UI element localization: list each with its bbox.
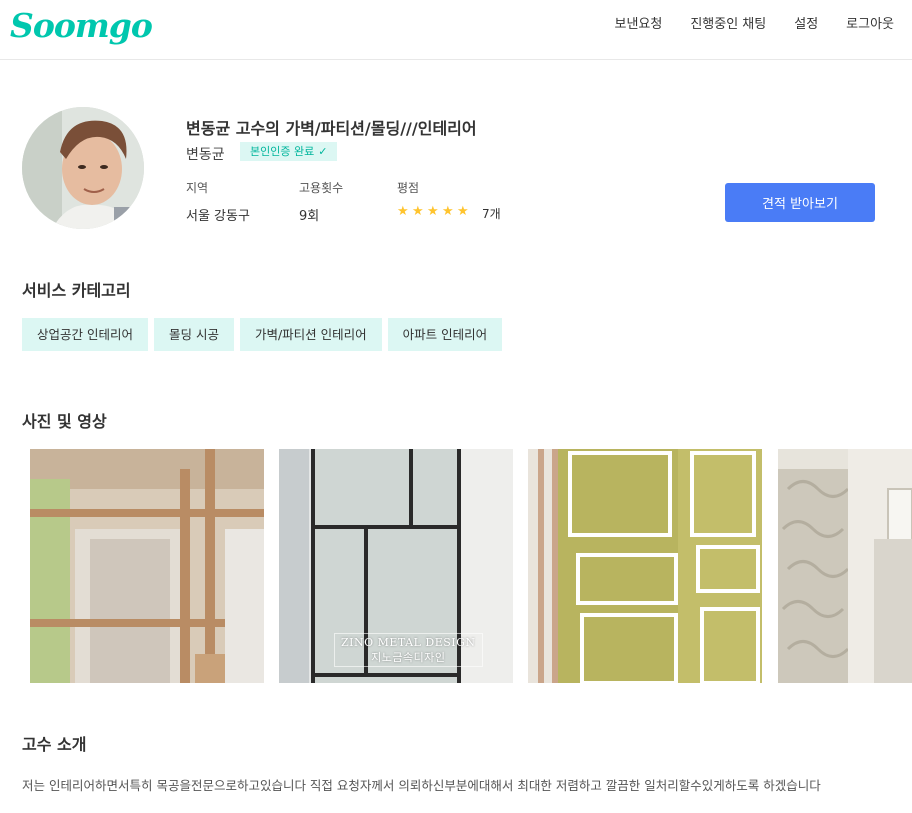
gallery-photo[interactable]: [528, 449, 762, 683]
pro-title: 변동균 고수의 가벽/파티션/몰딩///인테리어: [186, 119, 477, 138]
nav-sent-requests[interactable]: 보낸요청: [614, 17, 662, 33]
top-navigation-bar: Soomgo 보낸요청 진행중인 채팅 설정 로그아웃: [0, 0, 912, 60]
main-nav: 보낸요청 진행중인 채팅 설정 로그아웃: [586, 17, 894, 33]
gallery-photo[interactable]: [30, 449, 264, 683]
watermark: ZINO METAL DESIGN 지노금속디자인: [334, 633, 483, 667]
nav-settings[interactable]: 설정: [794, 17, 818, 33]
rating-stars: ★ ★ ★ ★ ★: [397, 205, 470, 218]
nav-ongoing-chats[interactable]: 진행중인 채팅: [690, 17, 766, 33]
category-tag[interactable]: 상업공간 인테리어: [22, 318, 148, 351]
star-icon: ★: [397, 204, 409, 219]
intro-title: 고수 소개: [22, 735, 87, 754]
avatar-photo: [22, 107, 144, 229]
star-icon: ★: [442, 204, 454, 219]
category-tag[interactable]: 몰딩 시공: [153, 318, 234, 351]
molding-wall-photo: [528, 449, 762, 683]
nav-logout[interactable]: 로그아웃: [846, 17, 894, 33]
rating-label: 평점: [397, 181, 420, 195]
star-icon: ★: [412, 204, 424, 219]
category-tags: 상업공간 인테리어 몰딩 시공 가벽/파티션 인테리어 아파트 인테리어: [22, 318, 503, 351]
intro-text: 저는 인테리어하면서특히 목공을전문으로하고있습니다 직접 요청자께서 의뢰하신…: [22, 778, 821, 793]
review-count[interactable]: 7개: [482, 205, 501, 222]
categories-title: 서비스 카테고리: [22, 281, 131, 300]
patterned-wall-photo: [778, 449, 912, 683]
request-quote-button[interactable]: 견적 받아보기: [725, 183, 875, 222]
region-value: 서울 강동구: [186, 209, 250, 224]
star-icon: ★: [427, 204, 439, 219]
star-icon: ★: [457, 204, 469, 219]
wood-frame-photo: [30, 449, 264, 683]
category-tag[interactable]: 아파트 인테리어: [387, 318, 503, 351]
category-tag[interactable]: 가벽/파티션 인테리어: [239, 318, 382, 351]
media-title: 사진 및 영상: [22, 412, 107, 431]
watermark-line-1: ZINO METAL DESIGN: [341, 636, 476, 649]
gallery-photo[interactable]: ZINO METAL DESIGN 지노금속디자인: [279, 449, 513, 683]
soomgo-logo[interactable]: Soomgo: [10, 6, 153, 45]
pro-name: 변동균: [186, 147, 225, 163]
region-label: 지역: [186, 181, 209, 195]
verified-label: 본인인증 완료: [250, 145, 315, 158]
profile-avatar: [22, 107, 144, 229]
verified-badge: 본인인증 완료 ✓: [240, 142, 338, 161]
hires-label: 고용횟수: [299, 181, 344, 195]
check-icon: ✓: [318, 145, 328, 158]
gallery-photo[interactable]: [778, 449, 912, 683]
watermark-line-2: 지노금속디자인: [371, 651, 446, 664]
hires-value: 9회: [299, 209, 320, 224]
photo-gallery: ZINO METAL DESIGN 지노금속디자인: [30, 449, 912, 683]
